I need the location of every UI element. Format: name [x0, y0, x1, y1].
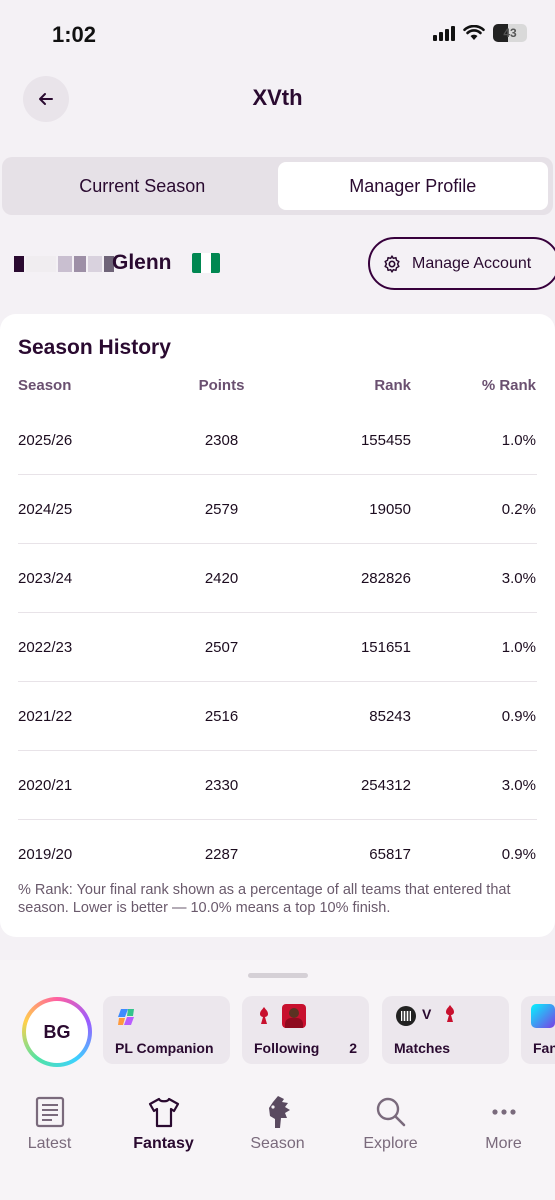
- avatar[interactable]: BG: [22, 997, 92, 1067]
- premier-league-icon: [531, 1004, 555, 1028]
- nav-label: More: [485, 1135, 522, 1152]
- cell-rank: 155455: [360, 432, 411, 449]
- page-title: XVth: [252, 85, 303, 110]
- cell-rank: 254312: [360, 777, 411, 794]
- season-history-table: 2025/26 2308 155455 1.0% 2024/25 2579 19…: [0, 406, 555, 889]
- battery-level: 43: [503, 26, 517, 40]
- cell-pct-rank: 3.0%: [501, 777, 536, 794]
- liverpool-crest-icon: [260, 1007, 268, 1024]
- tab-manager-profile[interactable]: Manager Profile: [277, 162, 548, 210]
- copilot-icon: [118, 1009, 134, 1025]
- cell-pct-rank: 1.0%: [501, 432, 536, 449]
- newcastle-crest-icon: [396, 1006, 416, 1026]
- following-count: 2: [349, 1040, 357, 1056]
- sheet-grabber-handle[interactable]: [248, 973, 308, 978]
- search-icon: [376, 1097, 405, 1127]
- cellular-signal-icon: [433, 25, 455, 41]
- nav-item-fantasy[interactable]: Fantasy: [108, 1092, 219, 1153]
- bottom-nav: Latest Fantasy Season Explore More: [0, 1092, 555, 1200]
- nigeria-flag-icon: [192, 253, 220, 273]
- tab-current-season[interactable]: Current Season: [7, 162, 278, 210]
- redacted-name: [14, 256, 114, 272]
- section-title: Season History: [18, 336, 171, 359]
- profile-row: Glenn Manage Account: [0, 236, 555, 292]
- fan-shortcut[interactable]: Fan: [521, 996, 555, 1064]
- cell-pct-rank: 0.9%: [501, 846, 536, 863]
- season-history-card: Season History Season Points Rank % Rank…: [0, 314, 555, 937]
- table-row: 2021/22 2516 85243 0.9%: [0, 682, 555, 751]
- status-bar: 1:02 43: [0, 0, 555, 70]
- nav-item-explore[interactable]: Explore: [335, 1092, 446, 1153]
- cell-rank: 282826: [360, 570, 411, 587]
- nav-item-season[interactable]: Season: [222, 1092, 333, 1153]
- manage-account-label: Manage Account: [412, 254, 532, 272]
- shortcut-label: Matches: [394, 1040, 451, 1056]
- liverpool-crest-icon: [446, 1005, 454, 1022]
- manager-name: Glenn: [112, 251, 172, 274]
- cell-rank: 85243: [369, 708, 411, 725]
- cell-pct-rank: 3.0%: [501, 570, 536, 587]
- table-row: 2019/20 2287 65817 0.9%: [0, 820, 555, 889]
- table-row: 2020/21 2330 254312 3.0%: [0, 751, 555, 820]
- cell-pct-rank: 1.0%: [501, 639, 536, 656]
- column-header-rank: Rank: [374, 377, 411, 394]
- avatar-initials: BG: [26, 1001, 88, 1063]
- nav-label: Explore: [363, 1135, 418, 1152]
- nav-label: Season: [250, 1135, 305, 1152]
- pct-rank-footnote: % Rank: Your final rank shown as a perce…: [18, 882, 511, 916]
- manage-account-button[interactable]: Manage Account: [368, 237, 555, 290]
- versus-label: V: [422, 1006, 432, 1022]
- battery-icon: 43: [493, 24, 527, 42]
- nav-item-more[interactable]: More: [448, 1092, 555, 1153]
- wifi-icon: [463, 25, 485, 40]
- status-icons: 43: [433, 24, 527, 42]
- table-row: 2023/24 2420 282826 3.0%: [0, 544, 555, 613]
- shortcut-label: PL Companion: [115, 1040, 214, 1056]
- shortcut-label: Fan: [533, 1040, 555, 1056]
- shirt-icon: [148, 1097, 179, 1128]
- header: XVth: [0, 70, 555, 130]
- table-row: 2024/25 2579 19050 0.2%: [0, 475, 555, 544]
- lion-icon: [268, 1096, 290, 1128]
- following-shortcut[interactable]: Following 2: [242, 996, 369, 1064]
- cell-rank: 65817: [369, 846, 411, 863]
- matches-shortcut[interactable]: V Matches: [382, 996, 509, 1064]
- pl-companion-shortcut[interactable]: PL Companion: [103, 996, 230, 1064]
- table-row: 2022/23 2507 151651 1.0%: [0, 613, 555, 682]
- shortcut-label: Following: [254, 1040, 320, 1056]
- table-row: 2025/26 2308 155455 1.0%: [0, 406, 555, 475]
- cell-rank: 151651: [360, 639, 411, 656]
- cell-pct-rank: 0.9%: [501, 708, 536, 725]
- gear-icon: [384, 254, 400, 273]
- more-dots-icon: [491, 1109, 516, 1115]
- cell-rank: 19050: [369, 501, 411, 518]
- player-photo-icon: [282, 1004, 306, 1028]
- nav-item-latest[interactable]: Latest: [0, 1092, 105, 1153]
- status-time: 1:02: [52, 22, 97, 47]
- cell-pct-rank: 0.2%: [501, 501, 536, 518]
- segmented-tabs: Current Season Manager Profile: [2, 157, 553, 215]
- column-header-pct-rank: % Rank: [481, 377, 536, 394]
- newspaper-icon: [35, 1096, 64, 1128]
- nav-label: Fantasy: [133, 1135, 194, 1152]
- nav-label: Latest: [27, 1135, 72, 1152]
